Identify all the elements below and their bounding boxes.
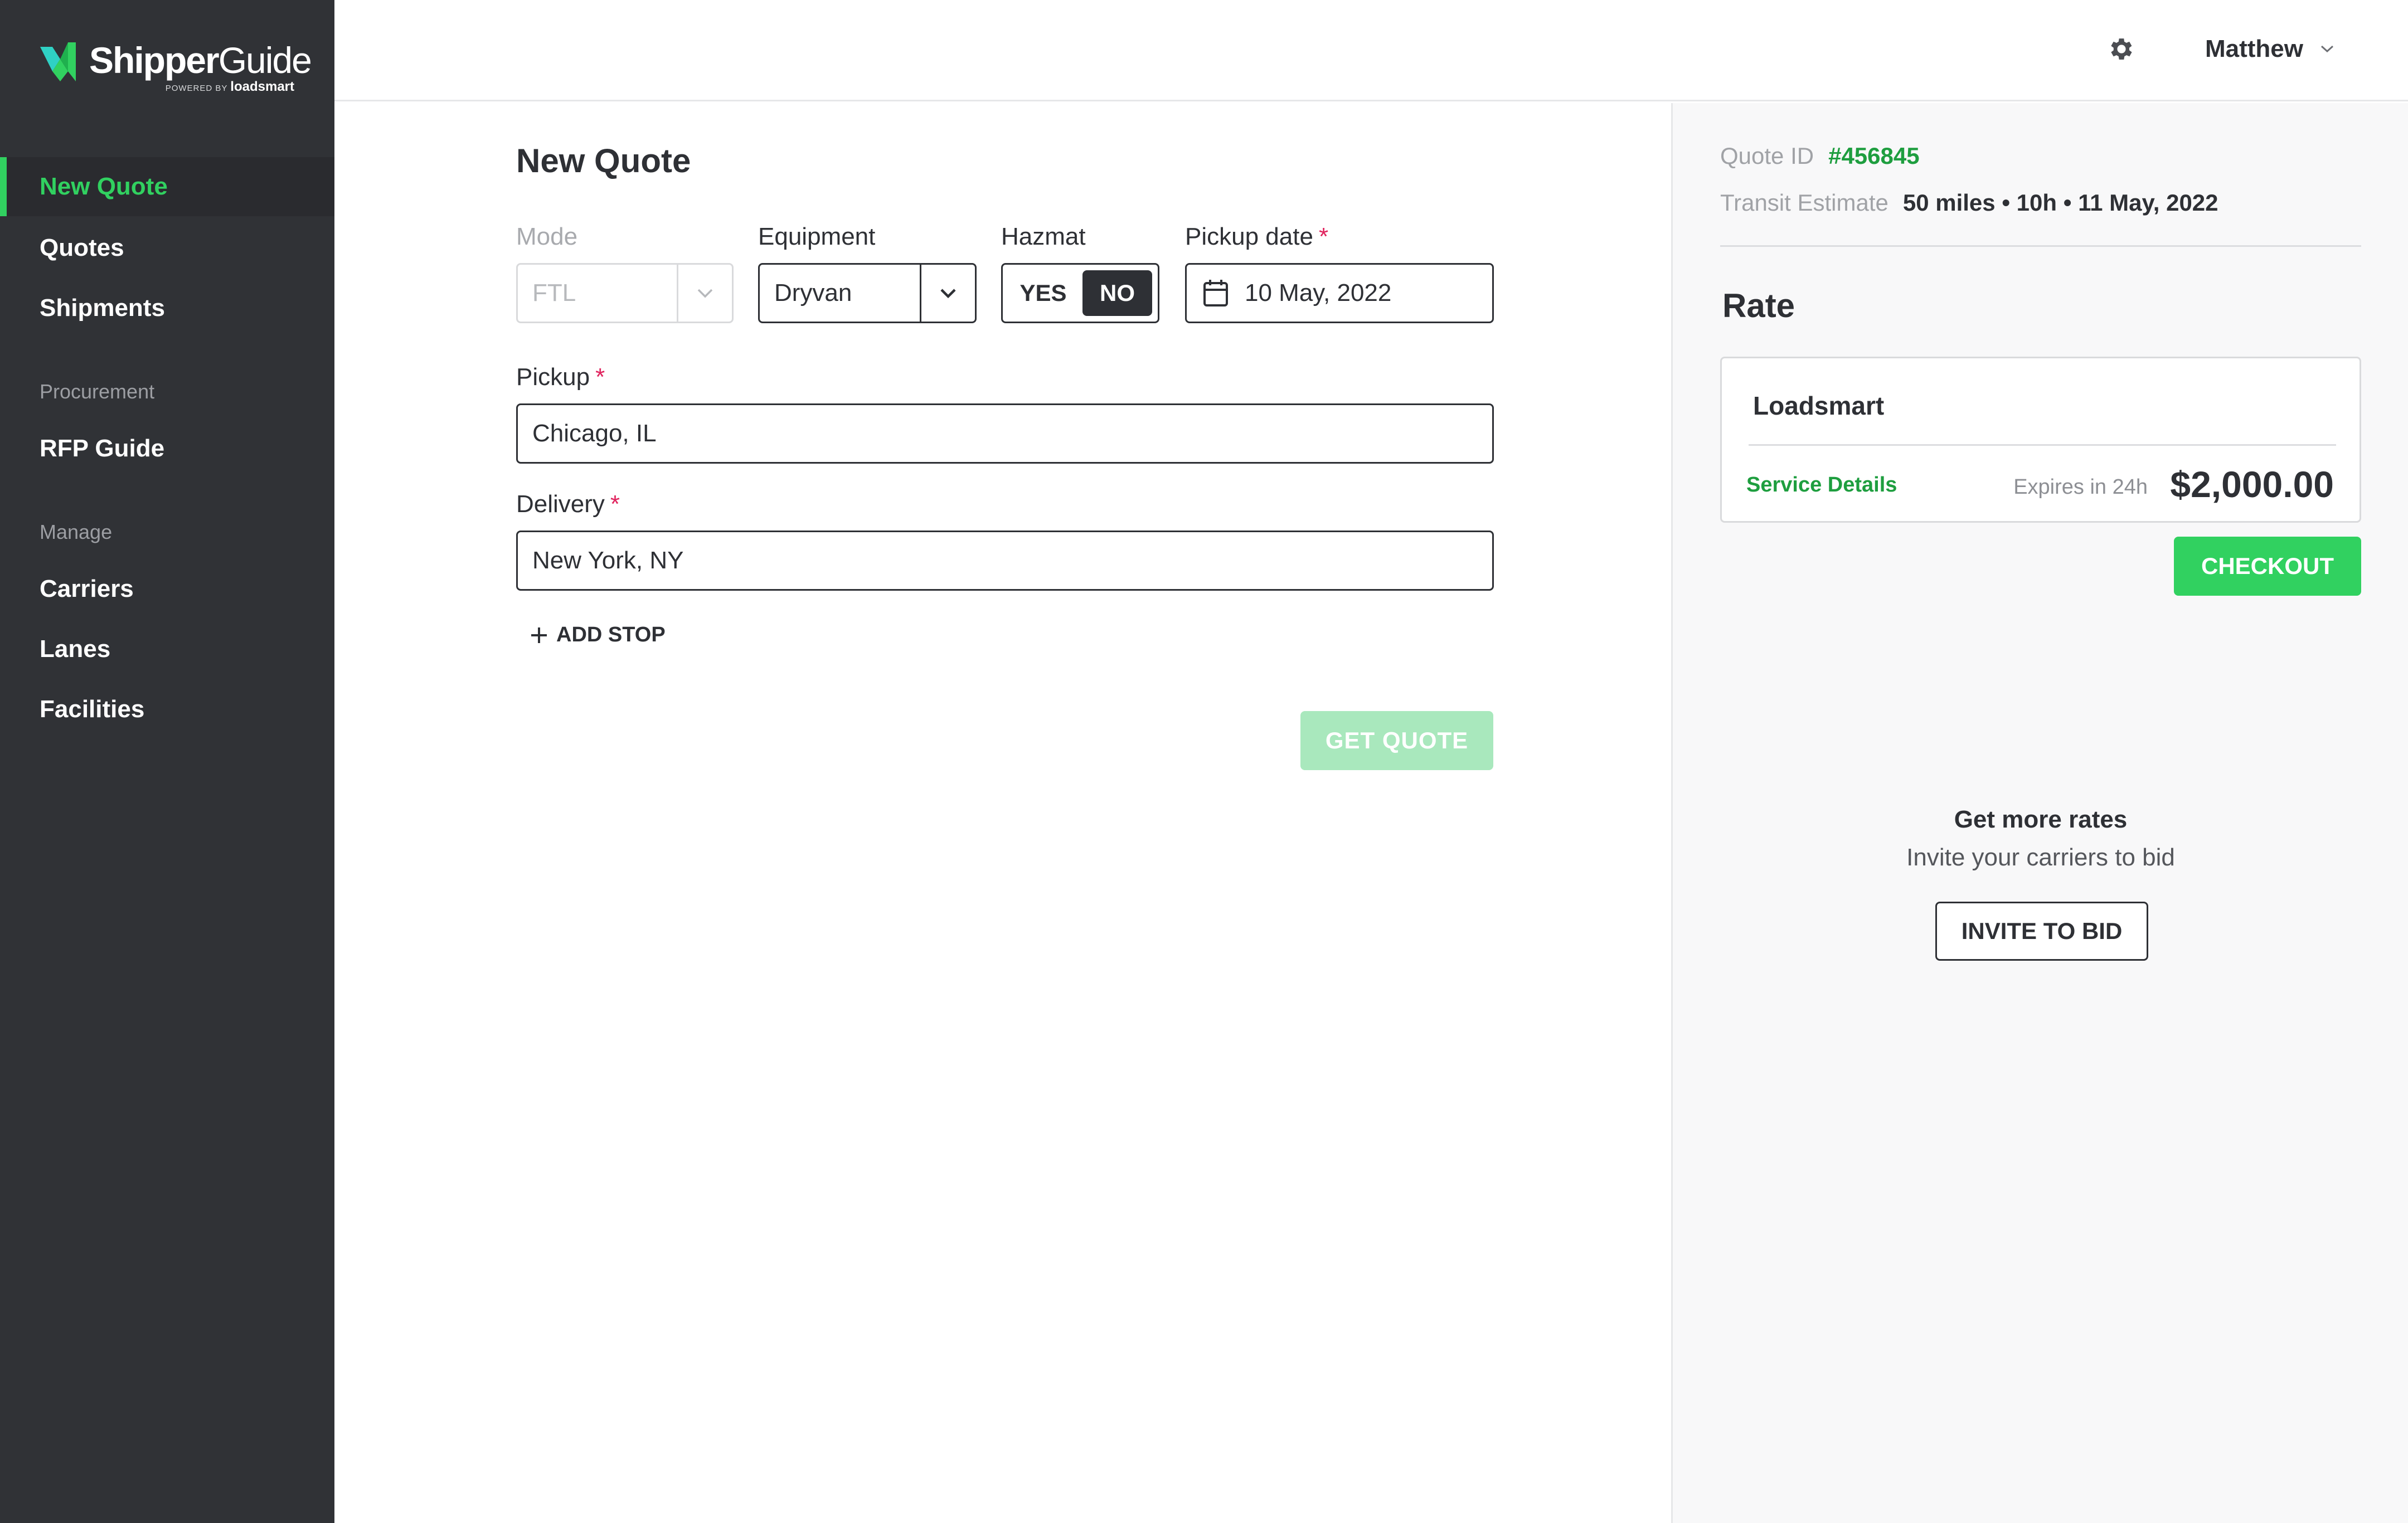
delivery-label: Delivery *	[516, 490, 620, 518]
required-marker: *	[1318, 223, 1329, 250]
sidebar-item-rfp-guide[interactable]: RFP Guide	[0, 419, 334, 478]
chevron-down-icon	[2320, 45, 2334, 53]
hazmat-toggle[interactable]: YES NO	[1001, 263, 1159, 323]
sidebar-item-label: Quotes	[40, 234, 124, 261]
sidebar-item-label: New Quote	[40, 173, 168, 200]
pickup-value: Chicago, IL	[532, 420, 657, 447]
required-marker: *	[610, 490, 620, 518]
sidebar-item-quotes[interactable]: Quotes	[0, 218, 334, 278]
carrier-name: Loadsmart	[1753, 391, 1885, 420]
quote-id-row: Quote ID #456845	[1720, 143, 1920, 169]
sidebar-item-carriers[interactable]: Carriers	[0, 559, 334, 619]
checkout-button[interactable]: CHECKOUT	[2174, 537, 2361, 596]
required-marker: *	[595, 363, 605, 391]
sidebar: ShipperGuide POWERED BY loadsmart New Qu…	[0, 0, 334, 1523]
pickup-input[interactable]: Chicago, IL	[516, 403, 1494, 464]
sidebar-item-label: Lanes	[40, 635, 111, 663]
sidebar-item-label: Facilities	[40, 695, 145, 723]
pickup-date-value: 10 May, 2022	[1245, 279, 1392, 306]
shipperguide-logo-icon	[40, 42, 76, 81]
equipment-select[interactable]: Dryvan	[758, 263, 977, 323]
sidebar-section-manage: Manage	[40, 520, 113, 543]
delivery-input[interactable]: New York, NY	[516, 531, 1494, 591]
add-stop-button[interactable]: ADD STOP	[530, 623, 666, 647]
shipperguide-logo[interactable]: ShipperGuide POWERED BY loadsmart	[40, 39, 312, 100]
hazmat-no-option[interactable]: NO	[1082, 270, 1152, 316]
rate-card: Loadsmart Service Details Expires in 24h…	[1720, 357, 2361, 523]
more-rates-title: Get more rates	[1954, 806, 2128, 833]
logo-powered-by: POWERED BY loadsmart	[165, 79, 294, 94]
summary-divider	[1720, 245, 2361, 247]
equipment-value: Dryvan	[774, 279, 852, 306]
quote-id-value: #456845	[1828, 143, 1920, 169]
pickup-date-field[interactable]: 10 May, 2022	[1185, 263, 1494, 323]
user-menu[interactable]: Matthew	[2205, 32, 2336, 66]
sidebar-item-label: Shipments	[40, 294, 165, 322]
invite-to-bid-button[interactable]: INVITE TO BID	[1935, 902, 2148, 961]
mode-label: Mode	[516, 223, 578, 250]
pickup-label: Pickup *	[516, 363, 605, 391]
get-quote-button[interactable]: GET QUOTE	[1300, 711, 1493, 770]
transit-estimate-value: 50 miles • 10h • 11 May, 2022	[1902, 189, 2218, 216]
quote-id-label: Quote ID	[1720, 143, 1814, 169]
transit-estimate-label: Transit Estimate	[1720, 189, 1888, 216]
sidebar-section-procurement: Procurement	[40, 380, 155, 403]
rate-card-divider	[1749, 444, 2336, 446]
sidebar-item-label: RFP Guide	[40, 435, 165, 462]
page-title: New Quote	[516, 142, 691, 179]
add-stop-label: ADD STOP	[556, 623, 666, 646]
rate-expiry: Expires in 24h	[2013, 475, 2148, 499]
delivery-value: New York, NY	[532, 547, 684, 574]
user-name: Matthew	[2205, 35, 2303, 62]
service-details-link[interactable]: Service Details	[1746, 473, 1897, 497]
transit-estimate-row: Transit Estimate 50 miles • 10h • 11 May,…	[1720, 189, 2218, 216]
more-rates-subtitle: Invite your carriers to bid	[1906, 844, 2175, 871]
gear-icon[interactable]	[2107, 35, 2136, 64]
calendar-icon	[1187, 279, 1229, 308]
chevron-down-icon	[678, 286, 732, 300]
mode-value: FTL	[532, 279, 576, 306]
sidebar-item-facilities[interactable]: Facilities	[0, 680, 334, 739]
rate-title: Rate	[1722, 287, 1795, 324]
hazmat-yes-option[interactable]: YES	[1008, 270, 1078, 316]
rate-price: $2,000.00	[2170, 464, 2334, 505]
top-header	[334, 0, 2408, 101]
pickup-date-label: Pickup date *	[1185, 223, 1329, 250]
equipment-label: Equipment	[758, 223, 876, 250]
sidebar-item-shipments[interactable]: Shipments	[0, 279, 334, 338]
logo-wordmark: ShipperGuide	[89, 40, 312, 81]
sidebar-item-lanes[interactable]: Lanes	[0, 620, 334, 679]
hazmat-label: Hazmat	[1001, 223, 1086, 250]
mode-select[interactable]: FTL	[516, 263, 734, 323]
plus-icon	[531, 627, 547, 643]
chevron-down-icon	[921, 286, 975, 300]
sidebar-item-new-quote[interactable]: New Quote	[0, 157, 334, 216]
sidebar-item-label: Carriers	[40, 575, 134, 602]
